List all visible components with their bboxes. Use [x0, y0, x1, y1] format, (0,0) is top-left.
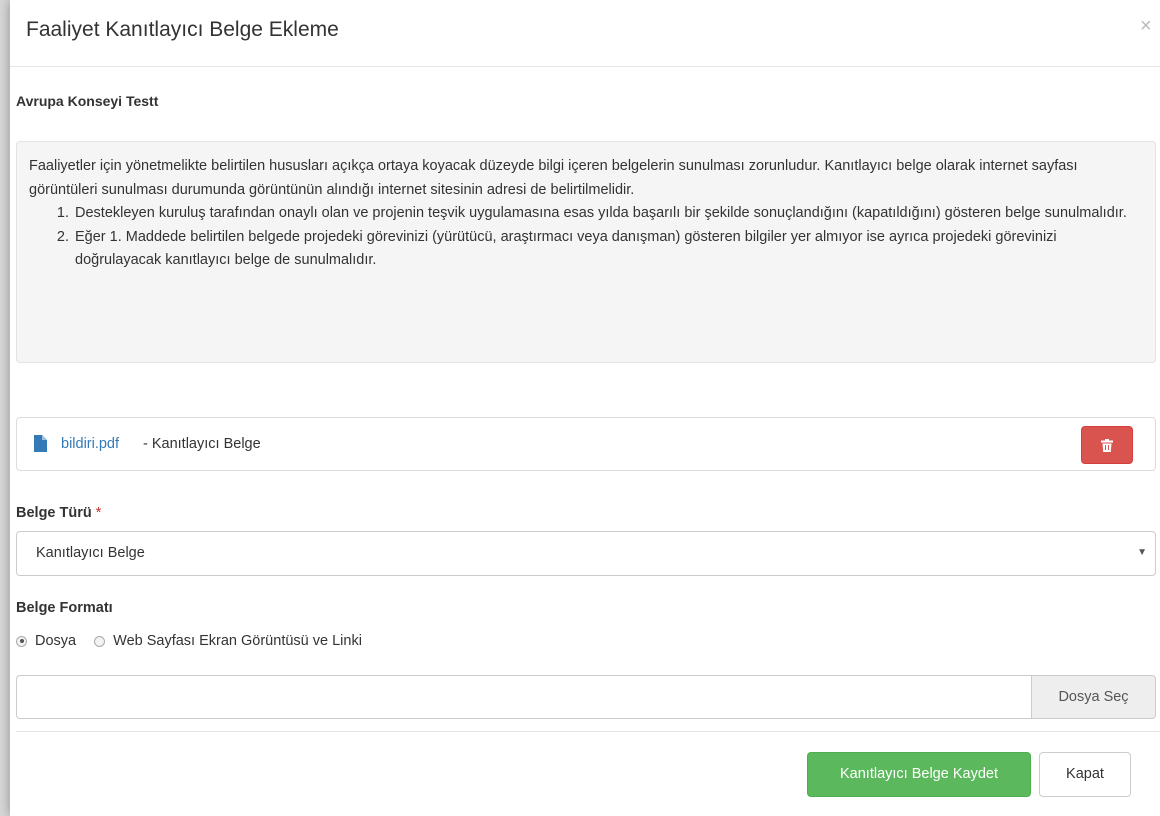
info-list: Destekleyen kuruluş tarafından onaylı ol…: [29, 202, 1143, 273]
activity-name: Avrupa Konseyi Testt: [16, 93, 159, 109]
attachment-panel: bildiri.pdf - Kanıtlayıcı Belge: [16, 417, 1156, 471]
footer-divider: [16, 731, 1160, 732]
radio-web-page[interactable]: Web Sayfası Ekran Görüntüsü ve Linki: [94, 633, 362, 649]
file-icon: [34, 435, 47, 452]
document-format-radio-group: Dosya Web Sayfası Ekran Görüntüsü ve Lin…: [16, 633, 362, 653]
modal-header: Faaliyet Kanıtlayıcı Belge Ekleme ×: [10, 0, 1160, 67]
attachment-file-link[interactable]: bildiri.pdf: [61, 436, 119, 452]
choose-file-button[interactable]: Dosya Seç: [1031, 675, 1156, 719]
radio-unchecked-icon[interactable]: [94, 635, 106, 647]
delete-attachment-button[interactable]: [1081, 426, 1133, 464]
document-type-label-text: Belge Türü: [16, 505, 92, 521]
radio-dosya[interactable]: Dosya: [16, 633, 76, 649]
file-path-input[interactable]: [16, 675, 1031, 719]
info-box: Faaliyetler için yönetmelikte belirtilen…: [16, 141, 1156, 363]
radio-web-page-label: Web Sayfası Ekran Görüntüsü ve Linki: [113, 633, 362, 650]
close-icon[interactable]: ×: [1140, 14, 1160, 38]
document-type-selected: Kanıtlayıcı Belge: [36, 545, 145, 561]
document-type-label: Belge Türü *: [16, 505, 101, 521]
info-list-item: Destekleyen kuruluş tarafından onaylı ol…: [73, 202, 1143, 226]
close-button[interactable]: Kapat: [1039, 752, 1131, 797]
document-format-label: Belge Formatı: [16, 600, 113, 616]
chevron-down-icon: ▼: [1137, 547, 1147, 558]
modal-title: Faaliyet Kanıtlayıcı Belge Ekleme: [26, 18, 339, 41]
required-mark: *: [95, 505, 102, 521]
attachment-description: - Kanıtlayıcı Belge: [143, 436, 261, 452]
document-type-select[interactable]: Kanıtlayıcı Belge ▼: [16, 531, 1156, 576]
save-evidence-button[interactable]: Kanıtlayıcı Belge Kaydet: [807, 752, 1031, 797]
trash-icon: [1101, 439, 1113, 452]
file-upload-group: Dosya Seç: [16, 675, 1156, 719]
info-intro: Faaliyetler için yönetmelikte belirtilen…: [29, 158, 1078, 198]
radio-dosya-label: Dosya: [35, 633, 77, 650]
info-list-item: Eğer 1. Maddede belirtilen belgede proje…: [73, 226, 1143, 273]
radio-checked-icon[interactable]: [16, 635, 27, 647]
